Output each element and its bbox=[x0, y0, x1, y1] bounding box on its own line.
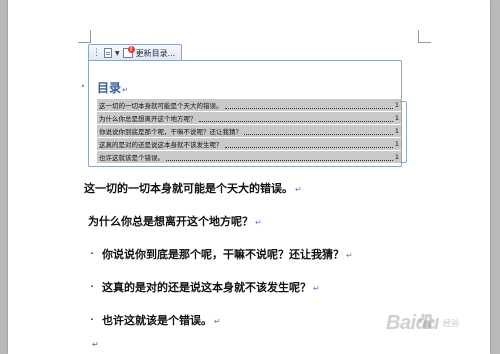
update-toc-icon[interactable] bbox=[122, 46, 135, 58]
heading-text: 你说说你到底是那个呢，干嘛不说呢？还让我猜？ bbox=[102, 248, 344, 261]
paragraph-mark: ↵ bbox=[92, 340, 99, 349]
toc-entry-text: 你说说你到底是那个呢，干嘛不说呢？还让我猜？ bbox=[99, 128, 242, 136]
grip-icon[interactable]: ⋮ bbox=[92, 48, 101, 58]
crop-mark-top-right bbox=[418, 30, 431, 43]
chevron-down-icon[interactable]: ▼ bbox=[115, 50, 120, 57]
paragraph-dot: . bbox=[90, 243, 94, 257]
paragraph-mark: ↵ bbox=[122, 86, 128, 94]
leader-dots bbox=[244, 128, 393, 135]
heading-text: 为什么你总是想离开这个地方呢？ bbox=[88, 215, 253, 228]
document-page: ⋮ ▼ 更新目录... 目录↵ 这一切的一切本身就可能是个天大的错误。 1 为什… bbox=[8, 0, 490, 354]
heading-text: 也许这就该是个错误。 bbox=[102, 314, 212, 327]
paragraph-mark: ↵ bbox=[295, 185, 302, 194]
toc-content-control-toolbar: ⋮ ▼ 更新目录... bbox=[88, 44, 183, 61]
heading-4[interactable]: 这真的是对的还是说这本身就不该发生呢？ ↵ bbox=[102, 279, 320, 295]
paragraph-mark: ↵ bbox=[214, 317, 221, 326]
toc-entry-page: 1 bbox=[394, 153, 399, 161]
toc-entry-page: 1 bbox=[394, 114, 399, 122]
paragraph-dot: . bbox=[90, 276, 94, 290]
toc-entry-page: 1 bbox=[394, 127, 399, 135]
leader-dots bbox=[198, 115, 393, 122]
update-toc-button[interactable]: 更新目录... bbox=[136, 48, 176, 59]
toc-entry[interactable]: 你说说你到底是那个呢，干嘛不说呢？还让我猜？ 1 bbox=[97, 125, 401, 137]
leader-dots bbox=[166, 154, 393, 161]
toc-entry-text: 也许这就该是个错误。 bbox=[99, 154, 164, 162]
toc-entries: 这一切的一切本身就可能是个天大的错误。 1 为什么你总是想离开这个地方呢？ 1 … bbox=[97, 99, 401, 164]
heading-text: 这一切的一切本身就可能是个天大的错误。 bbox=[84, 182, 293, 195]
leader-dots bbox=[224, 141, 393, 148]
toc-menu-icon[interactable] bbox=[104, 48, 112, 58]
toc-entry[interactable]: 也许这就该是个错误。 1 bbox=[97, 151, 401, 163]
toc-entry[interactable]: 这真的是对的还是说这本身就不该发生呢？ 1 bbox=[97, 138, 401, 150]
leader-dots bbox=[224, 102, 393, 109]
heading-2[interactable]: 为什么你总是想离开这个地方呢？ ↵ bbox=[88, 213, 262, 229]
paragraph-mark: ↵ bbox=[313, 284, 320, 293]
heading-text: 这真的是对的还是说这本身就不该发生呢？ bbox=[102, 281, 311, 294]
watermark-sub: 经验 bbox=[443, 319, 459, 328]
toc-entry-text: 为什么你总是想离开这个地方呢？ bbox=[99, 115, 197, 123]
toc-title-text: 目录 bbox=[97, 81, 122, 95]
toc-title: 目录↵ bbox=[97, 79, 128, 96]
paragraph-dot: · bbox=[81, 79, 85, 93]
toc-entry-text: 这一切的一切本身就可能是个天大的错误。 bbox=[99, 102, 223, 110]
heading-3[interactable]: 你说说你到底是那个呢，干嘛不说呢？还让我猜？ ↵ bbox=[102, 246, 353, 262]
toc-entry-page: 1 bbox=[394, 140, 399, 148]
toc-entry[interactable]: 为什么你总是想离开这个地方呢？ 1 bbox=[97, 112, 401, 124]
crop-mark-top-left bbox=[78, 30, 91, 43]
paragraph-mark: ↵ bbox=[255, 218, 262, 227]
paragraph-dot: . bbox=[90, 309, 94, 323]
heading-1[interactable]: 这一切的一切本身就可能是个天大的错误。 ↵ bbox=[84, 180, 302, 196]
paragraph-mark: ↵ bbox=[346, 251, 353, 260]
toc-control-tab bbox=[400, 101, 407, 163]
toc-entry[interactable]: 这一切的一切本身就可能是个天大的错误。 1 bbox=[97, 99, 401, 111]
toc-entry-text: 这真的是对的还是说这本身就不该发生呢？ bbox=[99, 141, 223, 149]
toc-entry-page: 1 bbox=[394, 101, 399, 109]
toc-content-control[interactable]: 目录↵ 这一切的一切本身就可能是个天大的错误。 1 为什么你总是想离开这个地方呢… bbox=[88, 60, 407, 167]
heading-5[interactable]: 也许这就该是个错误。 ↵ bbox=[102, 312, 221, 328]
watermark-brand: Baidu bbox=[386, 312, 440, 334]
